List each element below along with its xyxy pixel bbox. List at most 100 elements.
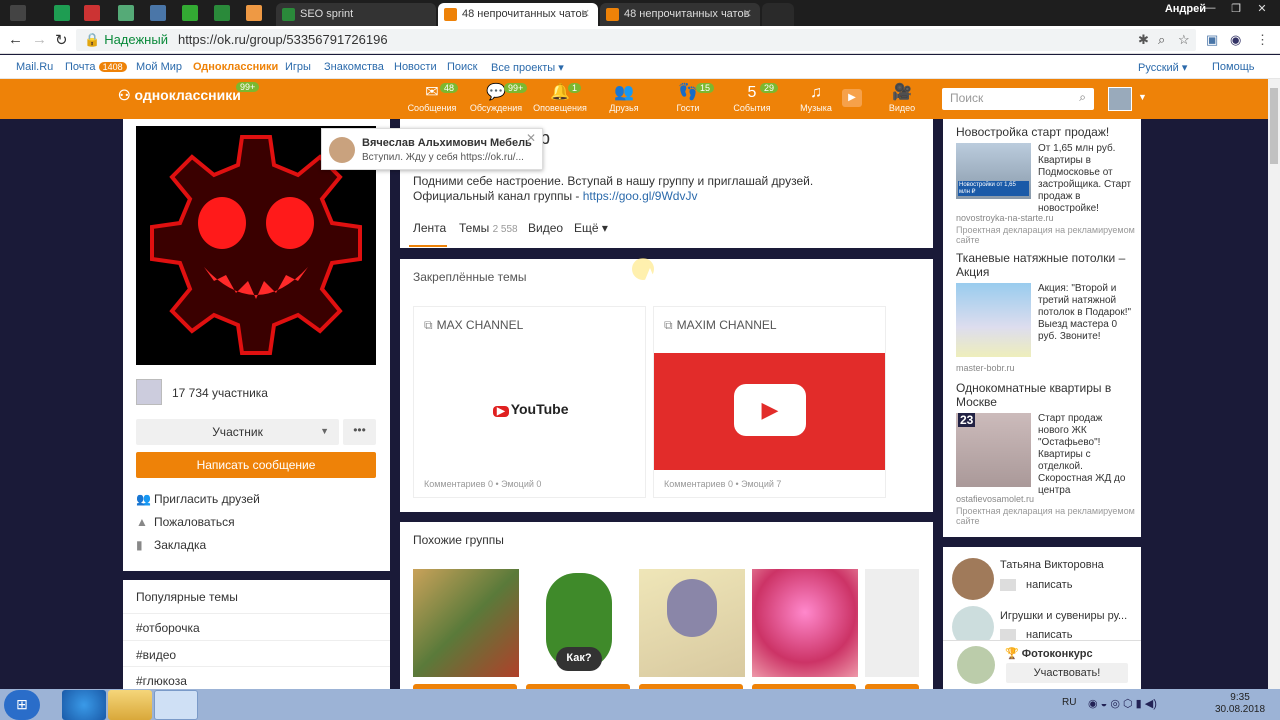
sp-icon[interactable] — [84, 5, 100, 21]
all-projects-link[interactable]: Все проекты ▾ — [491, 61, 564, 74]
similar-group-image[interactable] — [639, 569, 745, 677]
tab-video[interactable]: Видео — [528, 221, 563, 235]
ad-image[interactable]: 23 — [956, 413, 1031, 487]
search-icon[interactable]: ⌕ — [1079, 90, 1086, 105]
user-avatar[interactable] — [1108, 87, 1132, 111]
close-tab-icon-2[interactable]: ✕ — [743, 7, 752, 20]
tab-ok-chats[interactable]: 48 непрочитанных чатов ✕ — [600, 3, 760, 26]
opera-extension-icon[interactable]: ◉ — [1230, 32, 1241, 48]
notification-toast[interactable]: Вячеслав Альхимович Мебель Вступил. Жду … — [321, 128, 543, 170]
vk-icon[interactable] — [150, 5, 166, 21]
chevron-down-icon[interactable]: ▼ — [1138, 92, 1147, 102]
channel-link[interactable]: https://goo.gl/9WdvJv — [583, 189, 698, 203]
ok-logo[interactable]: ⚇ одноклассники — [118, 87, 241, 104]
tool-events[interactable]: 5 События 29 — [724, 83, 780, 113]
tool-notifications[interactable]: 🔔 Оповещения 1 — [532, 83, 588, 113]
znakomstva-link[interactable]: Знакомства — [324, 61, 384, 73]
odnoklassniki-link[interactable]: Одноклассники — [193, 61, 278, 73]
poisk-link[interactable]: Поиск — [447, 61, 477, 73]
tray-clock[interactable]: 9:35 30.08.2018 — [1215, 692, 1265, 716]
tool-music[interactable]: ♫ Музыка — [788, 83, 844, 113]
tag-item[interactable]: #отборочка — [123, 613, 390, 640]
tool-friends[interactable]: 👥 Друзья — [596, 83, 652, 113]
tab-more[interactable]: Ещё ▾ — [574, 221, 608, 235]
ad-title[interactable]: Тканевые натяжные потолки – Акция — [956, 251, 1132, 279]
member-dropdown-button[interactable]: Участник ▼ — [136, 419, 339, 445]
ad-source[interactable]: novostroyka-na-starte.ru — [956, 213, 1054, 223]
app-icon-pinned-4[interactable] — [118, 5, 134, 21]
maximize-icon[interactable]: ❐ — [1226, 2, 1246, 15]
tag-item[interactable]: #видео — [123, 640, 390, 667]
chart-icon[interactable] — [246, 5, 262, 21]
ad-source[interactable]: ostafievosamolet.ru — [956, 494, 1034, 504]
ad-title[interactable]: Новостройка старт продаж! — [956, 125, 1132, 139]
friend-avatar[interactable] — [952, 558, 994, 600]
tray-language[interactable]: RU — [1062, 697, 1076, 708]
ad-text[interactable]: Старт продаж нового ЖК "Остафьево"! Квар… — [1038, 413, 1134, 497]
help-link[interactable]: Помощь — [1212, 61, 1255, 73]
close-icon[interactable]: ✕ — [526, 131, 536, 145]
folder-icon[interactable] — [108, 690, 152, 720]
close-window-icon[interactable]: ✕ — [1252, 2, 1272, 15]
seo-icon[interactable] — [214, 5, 230, 21]
pochta-link[interactable]: Почта 1408 — [65, 61, 127, 73]
members-count[interactable]: 17 734 участника — [172, 386, 268, 400]
friend-name[interactable]: Татьяна Викторовна — [1000, 559, 1104, 571]
play-icon[interactable]: ▶ — [842, 89, 862, 107]
similar-group-image[interactable] — [865, 569, 919, 677]
youtube-logo[interactable]: ▶ YouTube — [493, 401, 569, 417]
participate-button[interactable]: Участвовать! — [1006, 663, 1128, 683]
write-message-button[interactable]: Написать сообщение — [136, 452, 376, 478]
bookmark-star-icon[interactable]: ☆ — [1178, 32, 1190, 48]
ad-title[interactable]: Однокомнатные квартиры в Москве — [956, 381, 1132, 409]
ad-image[interactable] — [956, 283, 1031, 357]
reload-icon[interactable]: ↻ — [55, 31, 68, 49]
mailru-link[interactable]: Mail.Ru — [16, 61, 53, 73]
ad-image[interactable]: Новостройки от 1,65 млн ₽ — [956, 143, 1031, 199]
more-options-button[interactable]: ••• — [343, 419, 376, 445]
url-input[interactable]: 🔒 Надежный https://ok.ru/group/53356791726… — [76, 29, 1196, 51]
ad-text[interactable]: Акция: "Второй и третий натяжной потолок… — [1038, 283, 1134, 343]
tab-ok-chats-active[interactable]: 48 непрочитанных чатов ✕ — [438, 3, 598, 26]
moy-mir-link[interactable]: Мой Мир — [136, 61, 182, 73]
tab-seo-sprint[interactable]: SEO sprint — [276, 3, 436, 26]
tab-topics[interactable]: Темы 2 558 — [459, 221, 518, 235]
similar-group-image[interactable] — [752, 569, 858, 677]
vk-extension-icon[interactable]: ▣ — [1206, 32, 1218, 48]
tray-icons[interactable]: ◉ ◒ ◎ ⬡ ▮ ◀) — [1088, 697, 1157, 710]
app-icon-pinned-1[interactable] — [10, 5, 26, 21]
ad-source[interactable]: master-bobr.ru — [956, 363, 1015, 373]
members-avatar[interactable] — [136, 379, 162, 405]
bookmark-link[interactable]: ▮ Закладка — [136, 538, 206, 552]
friend-name[interactable]: Игрушки и сувениры ру... — [1000, 610, 1127, 622]
play-button-icon[interactable]: ▶ — [734, 384, 806, 436]
ie-icon[interactable] — [62, 690, 106, 720]
ad-text[interactable]: От 1,65 млн руб. Квартиры в Подмосковье … — [1038, 143, 1134, 215]
page-scrollbar[interactable] — [1268, 79, 1280, 689]
contest-avatar[interactable] — [957, 646, 995, 684]
leaf-icon[interactable] — [182, 5, 198, 21]
tab-feed[interactable]: Лента — [413, 221, 446, 235]
extension-icon[interactable]: ✱ — [1138, 32, 1149, 48]
new-tab-button[interactable] — [762, 3, 794, 26]
ok-search-input[interactable]: Поиск ⌕ — [942, 88, 1094, 110]
write-friend-link[interactable]: написать — [1000, 579, 1072, 592]
tool-guests[interactable]: 👣 Гости 15 — [660, 83, 716, 113]
zoom-icon[interactable]: ⌕ — [1158, 32, 1165, 48]
back-arrow-icon[interactable]: ← — [8, 31, 23, 48]
close-tab-icon[interactable]: ✕ — [581, 7, 590, 20]
tool-messages[interactable]: ✉ Сообщения 48 — [404, 83, 460, 113]
menu-kebab-icon[interactable]: ⋮ — [1256, 32, 1269, 48]
scrollbar-thumb[interactable] — [1270, 88, 1278, 164]
forward-arrow-icon[interactable]: → — [32, 31, 47, 48]
similar-group-image[interactable]: Как? — [526, 569, 632, 677]
browser-taskbar-icon[interactable] — [154, 690, 198, 720]
tool-discussions[interactable]: 💬 Обсуждения 99+ — [468, 83, 528, 113]
similar-group-image[interactable] — [413, 569, 519, 677]
igry-link[interactable]: Игры — [285, 61, 311, 73]
sheets-icon[interactable] — [54, 5, 70, 21]
minimize-icon[interactable]: — — [1200, 2, 1220, 14]
invite-friends-link[interactable]: 👥 Пригласить друзей — [136, 492, 260, 506]
start-button[interactable]: ⊞ — [4, 690, 40, 720]
report-link[interactable]: ▲ Пожаловаться — [136, 515, 235, 529]
